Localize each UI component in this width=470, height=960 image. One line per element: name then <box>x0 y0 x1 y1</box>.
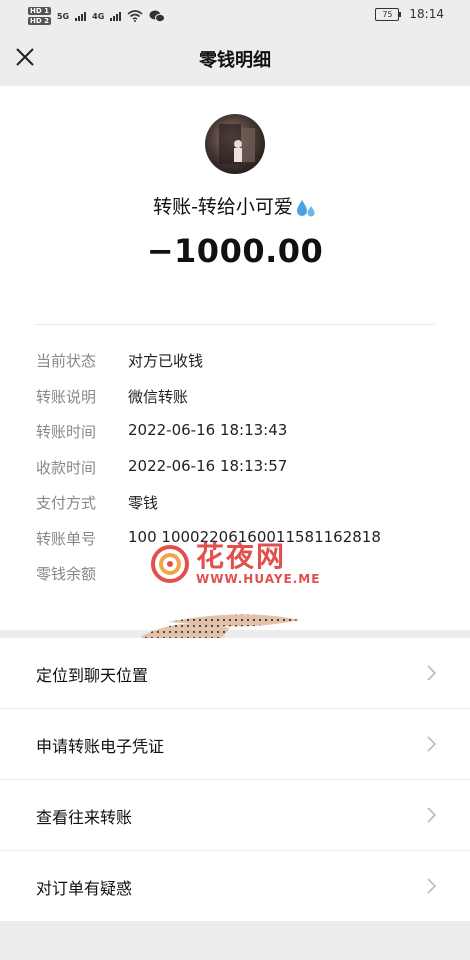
wechat-icon <box>149 10 166 22</box>
detail-value: 零钱 <box>128 494 159 512</box>
action-label: 对订单有疑惑 <box>36 879 133 898</box>
chevron-right-icon <box>427 807 436 823</box>
chevron-right-icon <box>427 736 436 752</box>
signal-2-icon <box>110 11 122 21</box>
detail-label: 收款时间 <box>36 458 97 477</box>
detail-label: 当前状态 <box>36 352 97 370</box>
order-question-button[interactable]: 对订单有疑惑 <box>0 851 470 921</box>
detail-label: 转账说明 <box>36 387 97 406</box>
network-5g-label: 5G <box>56 11 70 21</box>
signal-1-icon <box>75 11 87 21</box>
clock: 18:14 <box>409 7 444 21</box>
action-list: 定位到聊天位置 申请转账电子凭证 查看往来转账 对订单有疑惑 <box>0 638 470 921</box>
status-bar: HD 1 HD 2 5G 4G 75 18:14 <box>0 0 470 30</box>
watermark-cn: 花夜网 <box>196 540 287 573</box>
detail-value: 对方已收钱 <box>128 352 204 370</box>
transfer-title: 转账-转给小可爱 <box>0 192 470 219</box>
sim2-badge: HD 2 <box>28 17 51 25</box>
chevron-right-icon <box>427 878 436 894</box>
status-bar-right: 75 18:14 <box>375 7 444 21</box>
flower-logo-icon <box>151 545 189 583</box>
sweat-droplets-icon <box>296 199 315 216</box>
detail-row-note: 转账说明 微信转账 <box>36 386 450 422</box>
network-4g-label: 4G <box>92 11 105 21</box>
sim-indicators: HD 1 HD 2 <box>28 6 51 26</box>
request-e-receipt-button[interactable]: 申请转账电子凭证 <box>0 709 470 780</box>
action-label: 查看往来转账 <box>36 808 133 827</box>
page-title: 零钱明细 <box>199 50 271 71</box>
sim1-badge: HD 1 <box>28 7 51 15</box>
transfer-amount: −1000.00 <box>146 232 324 270</box>
detail-label: 转账时间 <box>36 423 97 441</box>
detail-row-transfer-time: 转账时间 2022-06-16 18:13:43 <box>36 421 450 457</box>
detail-label: 转账单号 <box>36 529 97 548</box>
detail-label: 零钱余额 <box>36 565 97 583</box>
detail-value: 2022-06-16 18:13:57 <box>128 456 288 475</box>
transfer-title-text: 转账-转给小可爱 <box>153 196 293 218</box>
detail-value: 微信转账 <box>128 387 189 406</box>
detail-label: 支付方式 <box>36 494 97 512</box>
action-label: 定位到聊天位置 <box>36 666 149 685</box>
status-bar-left: HD 1 HD 2 5G 4G <box>28 6 166 26</box>
locate-in-chat-button[interactable]: 定位到聊天位置 <box>0 638 470 709</box>
watermark-en: WWW.HUAYE.ME <box>196 572 321 586</box>
recipient-avatar[interactable] <box>205 114 265 174</box>
nav-bar: 零钱明细 <box>0 30 470 86</box>
view-transfer-history-button[interactable]: 查看往来转账 <box>0 780 470 851</box>
battery-icon: 75 <box>375 7 402 21</box>
detail-row-status: 当前状态 对方已收钱 <box>36 350 450 386</box>
wifi-icon <box>127 10 143 22</box>
detail-row-receive-time: 收款时间 2022-06-16 18:13:57 <box>36 457 450 493</box>
transfer-detail-card: 转账-转给小可爱 −1000.00 当前状态 对方已收钱 转账说明 微信转账 转… <box>0 86 470 703</box>
site-watermark: 花夜网 WWW.HUAYE.ME <box>150 542 320 586</box>
action-label: 申请转账电子凭证 <box>36 737 165 756</box>
detail-row-payment-method: 支付方式 零钱 <box>36 492 450 528</box>
chevron-right-icon <box>427 665 436 681</box>
detail-value: 2022-06-16 18:13:43 <box>128 421 288 439</box>
divider <box>36 324 434 325</box>
